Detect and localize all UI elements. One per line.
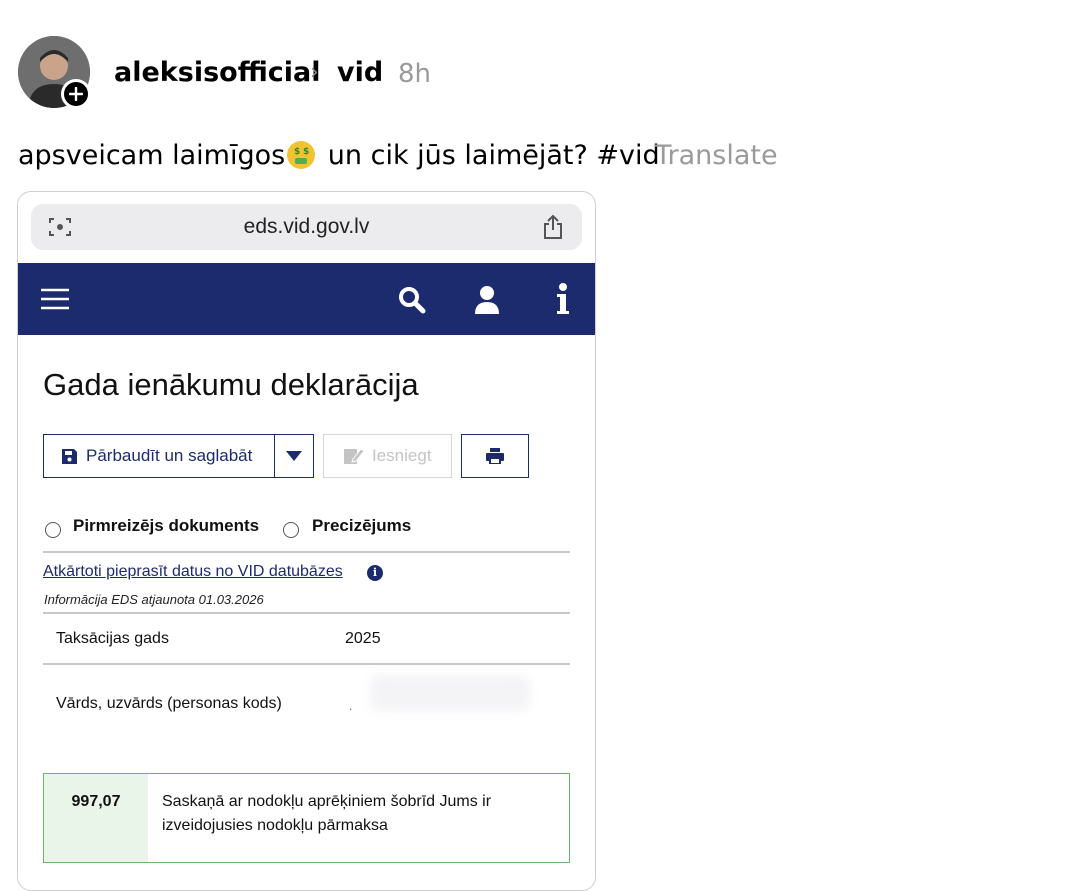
name-id-label: Vārds, uzvārds (personas kods)	[56, 695, 282, 712]
radio-correction[interactable]	[283, 522, 299, 538]
info-circle-icon[interactable]: i	[367, 565, 383, 581]
breadcrumb-chevron-icon: ›	[310, 60, 319, 85]
updated-note: Informācija EDS atjaunota 01.03.2026	[44, 592, 264, 607]
radio-correction-label: Precizējums	[312, 516, 412, 535]
save-dropdown-button[interactable]	[274, 434, 314, 478]
divider	[43, 612, 570, 614]
divider	[43, 551, 570, 553]
username[interactable]: aleksisofficial	[114, 55, 321, 91]
search-icon[interactable]	[398, 286, 426, 314]
redacted-name-value	[370, 675, 530, 711]
refresh-data-link[interactable]: Atkārtoti pieprasīt datus no VID datubāz…	[43, 562, 343, 582]
radio-first-document[interactable]	[45, 522, 61, 538]
edit-document-icon	[344, 448, 364, 464]
printer-icon	[486, 448, 504, 464]
attached-screenshot[interactable]: eds.vid.gov.lv Gada ienākumu deklarācija	[17, 191, 596, 891]
submit-button-label: Iesniegt	[372, 446, 432, 465]
post-time: 8h	[398, 59, 432, 89]
browser-url-bar[interactable]: eds.vid.gov.lv	[31, 204, 582, 250]
menu-icon[interactable]	[41, 288, 69, 310]
tax-year-label: Taksācijas gads	[56, 630, 169, 647]
post-caption: apsveicam laimīgos $ $ un cik jūs laimējāt…	[18, 138, 660, 174]
community-name[interactable]: vid	[337, 55, 383, 91]
floppy-disk-icon	[62, 448, 77, 464]
svg-text:$: $	[303, 147, 309, 157]
svg-text:$: $	[294, 147, 300, 157]
radio-first-document-label: Pirmreizējs dokuments	[73, 516, 260, 535]
site-navbar	[18, 263, 595, 335]
submit-button[interactable]: Iesniegt	[323, 434, 452, 478]
caption-text-end: un cik jūs laimējāt? #vid	[319, 140, 660, 171]
save-button[interactable]: Pārbaudīt un saglabāt	[43, 434, 275, 478]
money-mouth-face-icon: $ $	[287, 141, 316, 169]
url-text: eds.vid.gov.lv	[243, 215, 370, 238]
divider	[43, 663, 570, 665]
caret-down-icon	[286, 451, 302, 461]
follow-plus-icon[interactable]	[61, 79, 91, 109]
print-button[interactable]	[461, 434, 529, 478]
tax-year-value: 2025	[345, 630, 381, 647]
translate-link[interactable]: Translate	[655, 138, 778, 174]
info-icon[interactable]	[556, 283, 570, 315]
tax-result-box: 997,07 Saskaņā ar nodokļu aprēķiniem šob…	[43, 773, 570, 863]
caption-text-start: apsveicam laimīgos	[18, 140, 286, 171]
result-description: Saskaņā ar nodokļu aprēķiniem šobrīd Jum…	[162, 793, 492, 834]
user-icon[interactable]	[474, 285, 500, 315]
name-id-value: .	[349, 699, 353, 713]
page-settings-icon[interactable]	[48, 216, 72, 238]
share-icon[interactable]	[541, 214, 565, 240]
result-amount-cell	[44, 774, 148, 862]
save-button-label: Pārbaudīt un saglabāt	[86, 446, 253, 465]
result-amount: 997,07	[71, 793, 121, 810]
page-title: Gada ienākumu deklarācija	[43, 367, 419, 402]
